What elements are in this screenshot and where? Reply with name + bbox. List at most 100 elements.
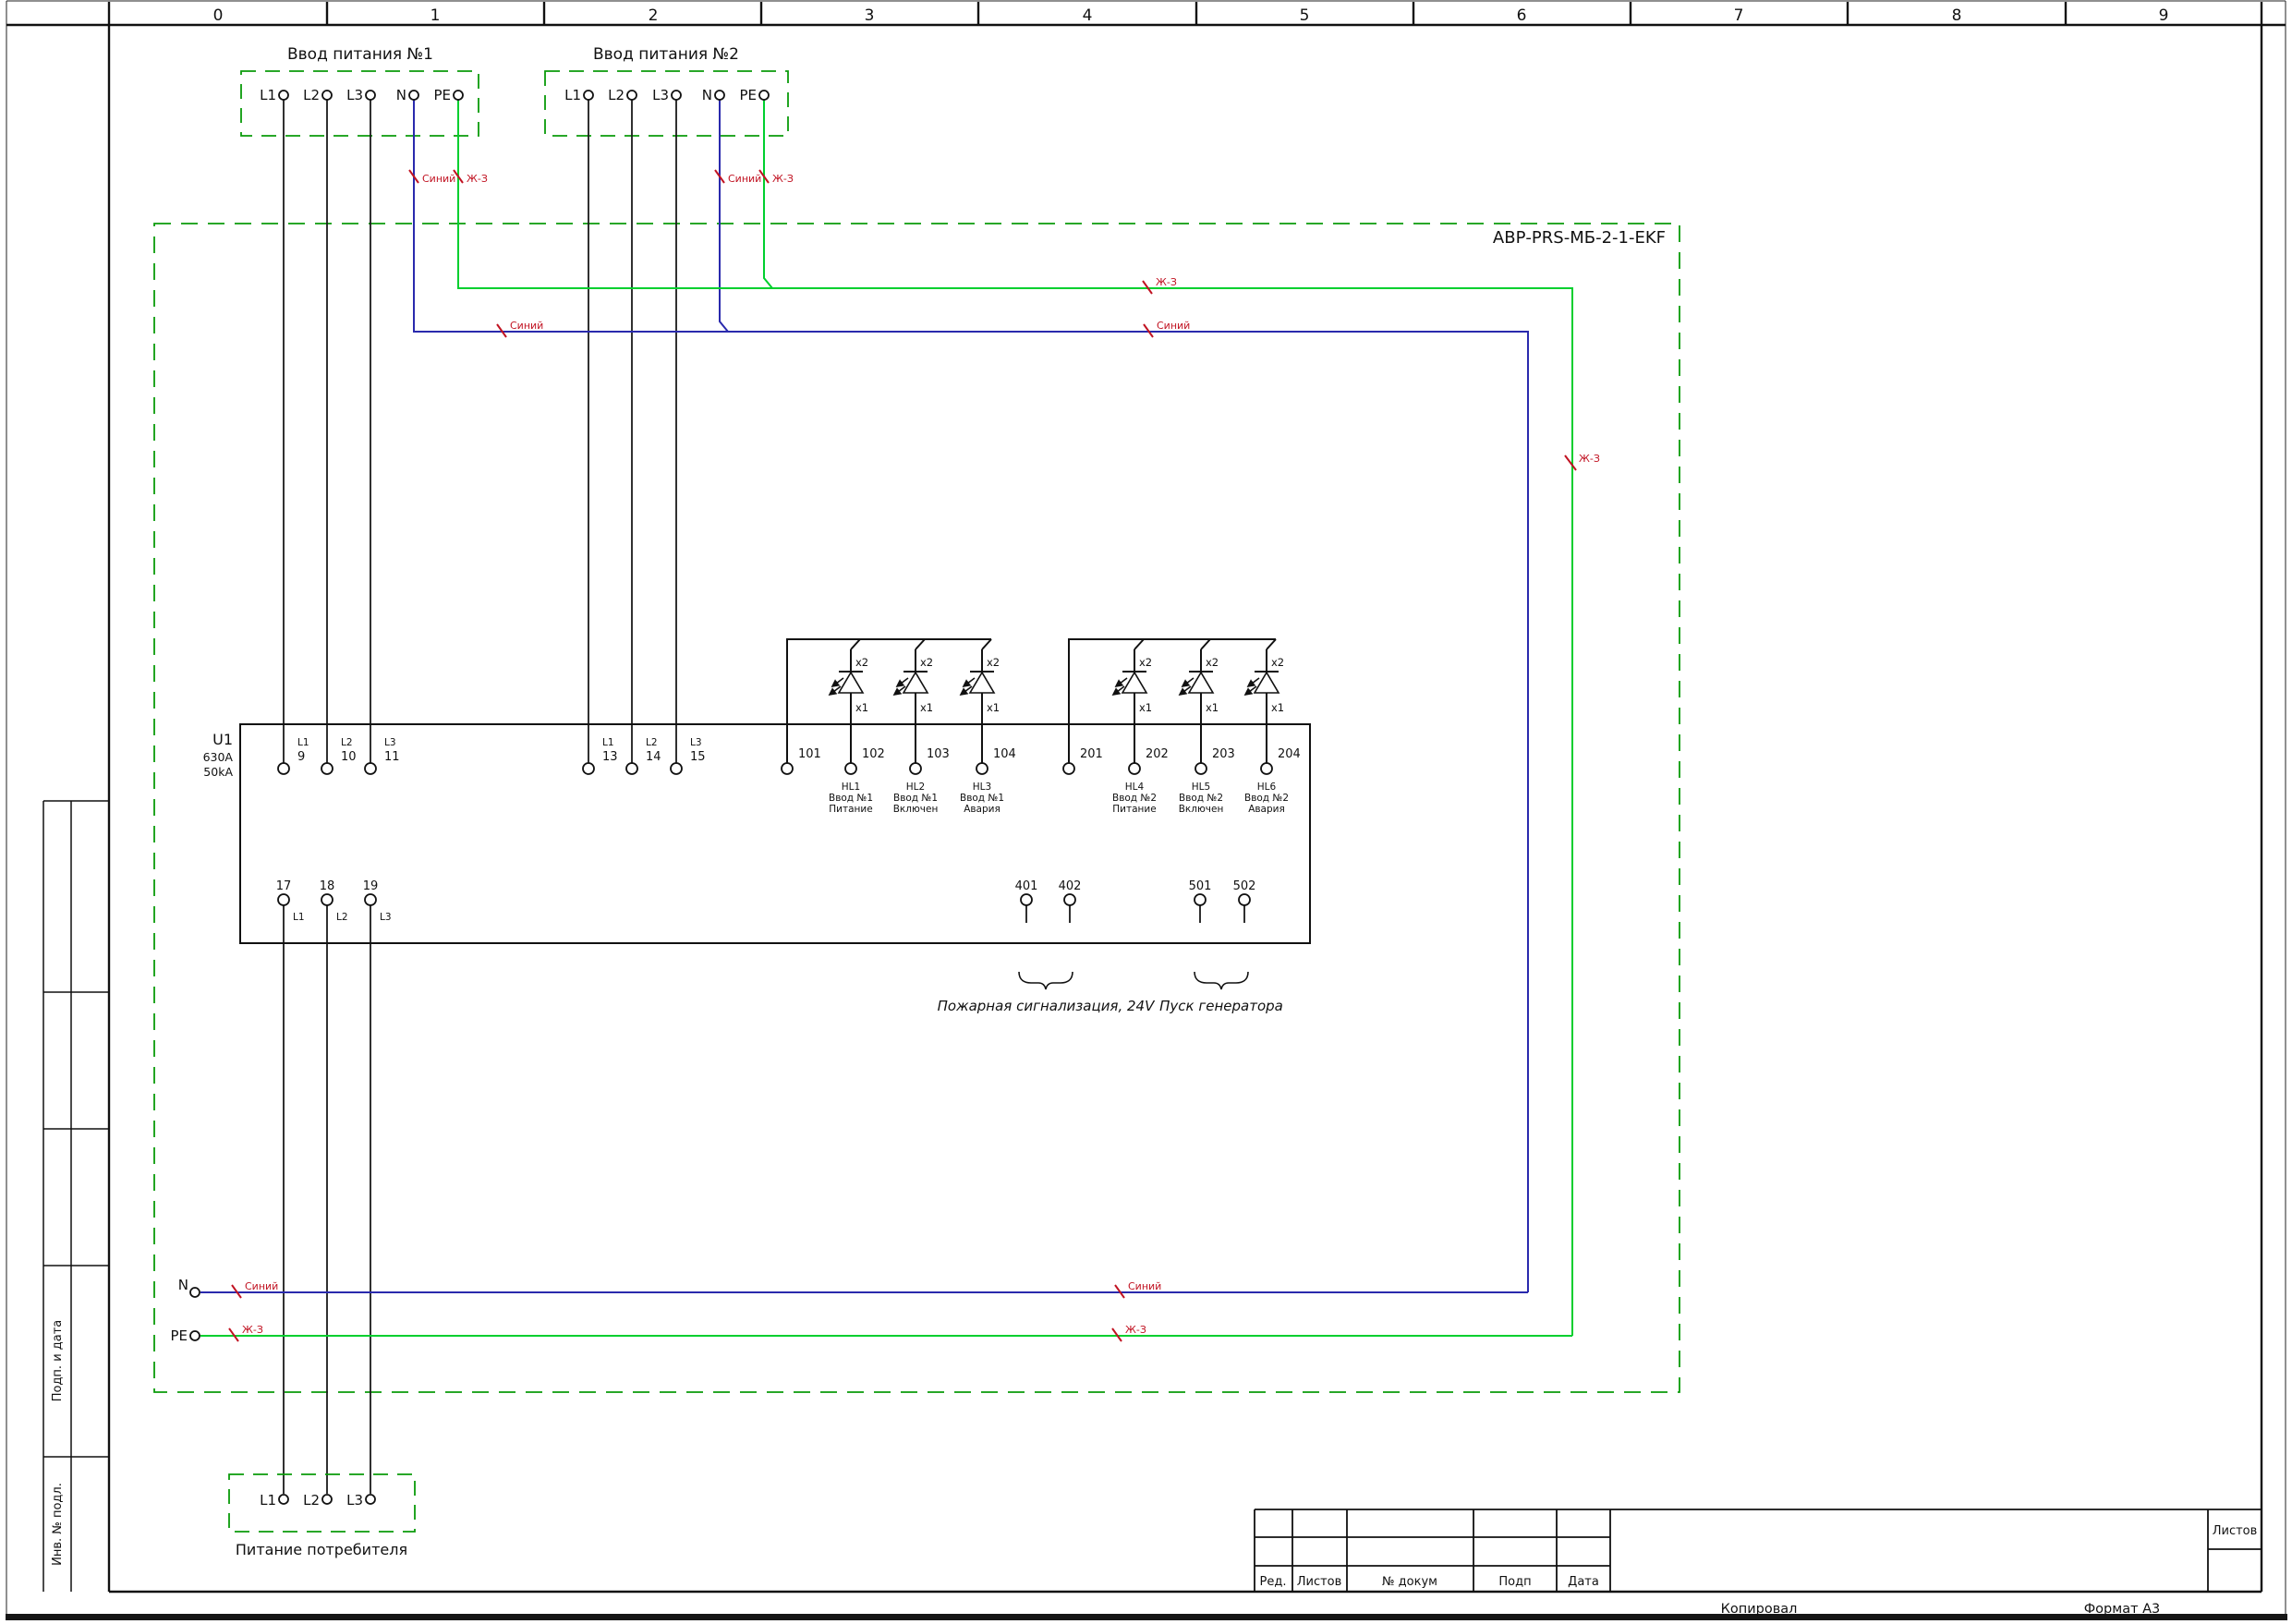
led-pin-label: x1 <box>855 701 868 714</box>
ruler-number: 5 <box>1300 6 1310 25</box>
ruler-number: 6 <box>1517 6 1527 25</box>
terminal-label-l2: L2 <box>303 1492 320 1509</box>
led-src: Ввод №2 <box>1244 793 1289 804</box>
titleblock-doc-label: № докум <box>1382 1575 1437 1589</box>
led-pin-label: x1 <box>1271 701 1284 714</box>
schematic-canvas: 0 1 2 3 4 5 6 7 8 9 Подп. и дата Инв. № … <box>0 0 2292 1620</box>
wire-color-label-blue: Синий <box>510 320 543 332</box>
u1-term-phase: L3 <box>384 737 396 748</box>
u1-term-num: 9 <box>297 750 305 764</box>
titleblock-sheets-right-label: Листов <box>2213 1524 2258 1538</box>
led-id: HL6 <box>1257 782 1277 793</box>
u1-breaking: 50kA <box>203 765 233 779</box>
n-terminal-label: N <box>178 1277 188 1293</box>
u1-term-num: 103 <box>927 747 950 761</box>
led-pin-label: x2 <box>855 656 868 669</box>
wire-color-label-blue: Синий <box>422 173 455 185</box>
wire-color-label-blue: Синий <box>1157 320 1190 332</box>
ruler-number: 0 <box>213 6 224 25</box>
led-symbol-hl1: x2 x1 <box>830 656 868 714</box>
led-func: Питание <box>829 804 872 815</box>
bottom-edge-bar <box>6 1614 2287 1620</box>
terminal-label-pe: PE <box>739 87 757 103</box>
led-caption-hl1: HL1Ввод №1Питание <box>829 782 873 815</box>
titleblock-date-label: Дата <box>1568 1575 1599 1589</box>
u1-term-phase: L2 <box>336 912 348 923</box>
avr-title: АВР-PRS-МБ-2-1-EKF <box>1493 228 1666 248</box>
wire-color-label-green: Ж-З <box>1156 276 1177 288</box>
led-src: Ввод №1 <box>829 793 873 804</box>
led-symbol-hl4: x2 x1 <box>1113 656 1152 714</box>
u1-term-num: 17 <box>276 879 292 893</box>
u1-current: 630A <box>203 750 234 764</box>
u1-term-phase: L2 <box>341 737 353 748</box>
u1-term-num: 101 <box>798 747 821 761</box>
u1-term-num: 15 <box>690 750 706 764</box>
wire-color-label-blue: Синий <box>1128 1280 1161 1292</box>
ruler-band: 0 1 2 3 4 5 6 7 8 9 <box>6 2 2286 25</box>
led-caption-hl3: HL3Ввод №1Авария <box>960 782 1004 815</box>
led-pin-label: x1 <box>987 701 1000 714</box>
u1-term-num: 102 <box>862 747 885 761</box>
ruler-number: 8 <box>1952 6 1962 25</box>
led-group-2 <box>1069 639 1276 763</box>
u1-device: U1 630A 50kA L1 9 L2 10 L3 11 L1 13 L2 1… <box>203 724 1310 943</box>
terminal-label-n: N <box>702 87 712 103</box>
ruler-number: 2 <box>649 6 659 25</box>
titleblock-sheets-label: Листов <box>1297 1575 1342 1589</box>
neutral-wires <box>200 100 1528 1292</box>
led-pin-label: x2 <box>920 656 933 669</box>
wire-color-label-blue: Синий <box>728 173 761 185</box>
terminal-label-l1: L1 <box>260 87 276 103</box>
power-input-1: Ввод питания №1 L1 L2 L3 N PE <box>241 45 479 136</box>
terminal-label-l1: L1 <box>564 87 581 103</box>
u1-term-phase: L1 <box>293 912 305 923</box>
led-pin-label: x1 <box>920 701 933 714</box>
led-id: HL3 <box>973 782 991 793</box>
terminal-label-l2: L2 <box>303 87 320 103</box>
led-pin-label: x2 <box>1271 656 1284 669</box>
led-func: Авария <box>1248 804 1285 815</box>
u1-term-num: 201 <box>1080 747 1103 761</box>
terminal-label-l1: L1 <box>260 1492 276 1509</box>
led-func: Авария <box>964 804 1000 815</box>
led-func: Включен <box>893 804 939 815</box>
u1-term-num: 204 <box>1278 747 1301 761</box>
pe-terminal-label: PE <box>170 1327 188 1344</box>
u1-term-phase: L1 <box>297 737 309 748</box>
led-func: Питание <box>1112 804 1156 815</box>
ruler-number: 3 <box>865 6 875 25</box>
terminal-label-l3: L3 <box>652 87 669 103</box>
led-pin-label: x2 <box>1139 656 1152 669</box>
left-margin-strip: Подп. и дата Инв. № подл. <box>43 801 109 1592</box>
u1-term-num: 11 <box>384 750 400 764</box>
u1-name: U1 <box>212 731 233 748</box>
terminal-label-n: N <box>396 87 406 103</box>
footer-copied-label: Копировал <box>1721 1602 1798 1617</box>
output-captions: Пожарная сигнализация, 24V Пуск генерато… <box>938 972 1283 1014</box>
u1-term-num: 104 <box>993 747 1016 761</box>
power-input-2-title: Ввод питания №2 <box>593 45 739 64</box>
led-caption-hl6: HL6Ввод №2Авария <box>1244 782 1289 815</box>
power-input-2: Ввод питания №2 L1 L2 L3 N PE <box>545 45 788 136</box>
npe-terminals: N PE <box>170 1277 188 1344</box>
led-id: HL2 <box>906 782 925 793</box>
led-captions: HL1Ввод №1Питание HL2Ввод №1Включен HL3В… <box>829 782 1289 815</box>
titleblock-rev-label: Ред. <box>1260 1575 1287 1589</box>
led-src: Ввод №1 <box>893 793 938 804</box>
u1-term-num: 10 <box>341 750 357 764</box>
strip-label-sign-date: Подп. и дата <box>51 1320 65 1402</box>
led-src: Ввод №2 <box>1112 793 1157 804</box>
led-pin-label: x2 <box>987 656 1000 669</box>
strip-label-inventory: Инв. № подл. <box>51 1483 65 1566</box>
u1-term-num: 502 <box>1233 879 1256 893</box>
consumer-title: Питание потребителя <box>236 1541 407 1558</box>
wire-color-label-green: Ж-З <box>1579 453 1600 465</box>
ruler-number: 7 <box>1734 6 1744 25</box>
led-id: HL4 <box>1125 782 1145 793</box>
schematic-page: 0 1 2 3 4 5 6 7 8 9 Подп. и дата Инв. № … <box>0 0 2292 1620</box>
led-caption-hl2: HL2Ввод №1Включен <box>893 782 939 815</box>
u1-term-phase: L3 <box>380 912 392 923</box>
led-symbols: x2 x1 x2 x1 x2 x1 x2 x1 <box>830 656 1284 714</box>
led-src: Ввод №2 <box>1179 793 1223 804</box>
